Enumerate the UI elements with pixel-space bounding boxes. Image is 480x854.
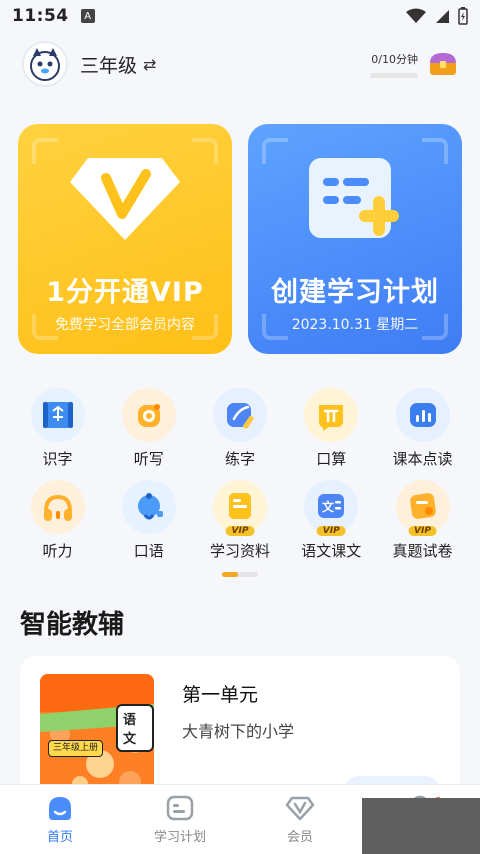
grid-label: 课本点读 [392, 450, 453, 468]
chart-icon [395, 388, 450, 442]
brush-icon [213, 388, 267, 442]
status-icons [406, 7, 468, 25]
grid-item-mental-math[interactable]: 口算 [286, 388, 377, 480]
nav-label: 学习计划 [153, 830, 206, 845]
plan-book-icon [309, 158, 399, 238]
exam-icon: VIP [395, 480, 450, 536]
plan-card[interactable]: 创建学习计划 2023.10.31 星期二 [248, 124, 462, 354]
grid-label: 口算 [316, 450, 347, 468]
grid-label: 听力 [42, 542, 73, 560]
headphone-icon [30, 480, 85, 534]
signal-icon [436, 10, 449, 23]
book-subject-tag: 语文 [116, 704, 154, 752]
notification-a-icon: A [80, 9, 95, 23]
home-icon [49, 797, 71, 820]
vip-badge: VIP [316, 526, 346, 536]
diamond-v-icon [70, 158, 180, 240]
plan-card-title: 创建学习计划 [271, 277, 439, 308]
nav-label: 会员 [286, 830, 313, 845]
feature-grid: 识字 听写 练字 口算 课本点读 听力 口语 VIP 学习资料 文 VIP 语文… [12, 388, 468, 572]
page-fold-overlay [362, 798, 480, 854]
status-time: 11:54 [12, 6, 69, 26]
grid-item-literacy[interactable]: 识字 [12, 388, 103, 480]
avatar[interactable] [22, 41, 68, 87]
wifi-icon [406, 8, 426, 23]
vip-card[interactable]: 1分开通VIP 免费学习全部会员内容 [18, 124, 232, 354]
grid-item-exam-papers[interactable]: VIP 真题试卷 [377, 480, 468, 572]
feature-cards: 1分开通VIP 免费学习全部会员内容 创建学习计划 2023.10.31 星期二 [18, 124, 462, 356]
grid-label: 听写 [133, 450, 164, 468]
grid-label: 口语 [133, 542, 164, 560]
vip-card-title: 1分开通VIP [46, 277, 204, 308]
status-bar: 11:54 A [0, 0, 480, 32]
grid-item-dictation[interactable]: 听写 [103, 388, 194, 480]
vip-icon [285, 796, 315, 821]
grid-label: 识字 [42, 450, 73, 468]
svg-text:文: 文 [322, 499, 335, 514]
lesson-title: 大青树下的小学 [182, 722, 295, 741]
unit-title: 第一单元 [182, 684, 259, 706]
scroll-icon [30, 388, 85, 442]
document-icon: VIP [213, 480, 267, 536]
timer-text: 0/10分钟 [371, 52, 418, 66]
plan-card-date: 2023.10.31 星期二 [291, 317, 419, 333]
bell-icon [121, 480, 176, 534]
grid-item-handwriting[interactable]: 练字 [195, 388, 286, 480]
page-indicator [222, 572, 258, 577]
section-title: 智能教辅 [20, 610, 125, 640]
timer-progress [370, 72, 418, 78]
plan-icon [166, 795, 194, 821]
dictation-icon [121, 388, 176, 442]
grid-label: 真题试卷 [392, 542, 453, 560]
study-timer[interactable]: 0/10分钟 [370, 51, 458, 78]
book-grade-tag: 三年级上册 [48, 740, 104, 757]
top-bar: 三年级 ⇄ 0/10分钟 [0, 36, 480, 92]
mascot-icon [30, 48, 60, 81]
nav-home[interactable]: 首页 [0, 785, 120, 854]
grid-item-listening[interactable]: 听力 [12, 480, 103, 572]
pi-icon [304, 388, 359, 442]
treasure-chest-icon[interactable] [428, 51, 458, 77]
nav-vip[interactable]: 会员 [240, 785, 360, 854]
vip-badge: VIP [408, 526, 437, 536]
grid-item-chinese-texts[interactable]: 文 VIP 语文课文 [286, 480, 377, 572]
vip-card-subtitle: 免费学习全部会员内容 [55, 317, 195, 333]
vip-badge: VIP [225, 526, 255, 536]
grid-label: 学习资料 [209, 542, 270, 560]
grid-item-study-materials[interactable]: VIP 学习资料 [195, 480, 286, 572]
grid-label: 练字 [224, 450, 255, 468]
textbook-card[interactable]: 语文 三年级上册 第一单元 大青树下的小学 [20, 656, 460, 806]
nav-study-plan[interactable]: 学习计划 [120, 785, 240, 854]
page-indicator-active [222, 572, 238, 577]
swap-icon[interactable]: ⇄ [143, 55, 156, 74]
grid-item-speaking[interactable]: 口语 [103, 480, 194, 572]
battery-icon [458, 7, 468, 25]
nav-label: 首页 [46, 830, 73, 845]
grade-selector[interactable]: 三年级 [80, 51, 137, 78]
grid-label: 语文课文 [301, 542, 362, 560]
chinese-icon: 文 VIP [304, 480, 359, 536]
book-cover[interactable]: 语文 三年级上册 [40, 674, 154, 796]
grid-item-textbook-reading[interactable]: 课本点读 [377, 388, 468, 480]
